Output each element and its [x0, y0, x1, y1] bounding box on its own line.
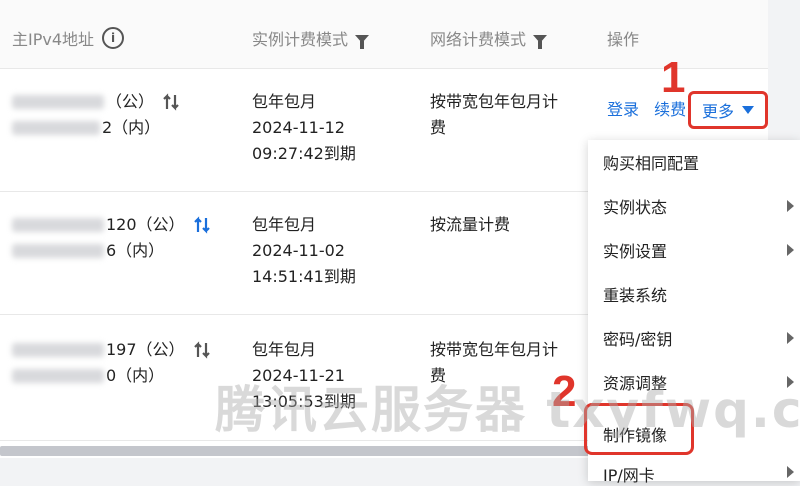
public-ip-suffix: （公） — [106, 92, 155, 111]
expiry-date: 2024-11-02 — [252, 241, 345, 260]
renew-link[interactable]: 续费 — [654, 100, 686, 119]
swap-ip-icon[interactable] — [193, 341, 211, 359]
table-header: 主IPv4地址 i 实例计费模式 网络计费模式 操作 — [0, 0, 768, 69]
instance-billing-header-label: 实例计费模式 — [252, 30, 349, 49]
chevron-right-icon — [787, 200, 794, 212]
menu-item-password-key[interactable]: 密码/密钥 — [588, 316, 800, 360]
filter-icon[interactable] — [355, 35, 370, 49]
instance-billing-cell: 包年包月 2024-11-02 14:51:41到期 — [252, 212, 356, 290]
network-billing-line: 按流量计费 — [430, 215, 511, 234]
ip-cell: 197（公） 0（内） — [12, 337, 211, 389]
menu-item-label: 重装系统 — [603, 286, 668, 305]
column-header-instance-billing[interactable]: 实例计费模式 — [252, 26, 370, 50]
private-ip-suffix: 0（内） — [106, 366, 165, 385]
login-link[interactable]: 登录 — [607, 100, 639, 119]
redacted-ip — [12, 244, 104, 258]
private-ip-suffix: 2（内） — [102, 118, 161, 137]
column-header-network-billing[interactable]: 网络计费模式 — [430, 26, 548, 50]
swap-ip-icon[interactable] — [193, 216, 211, 234]
watermark: 腾讯云服务器 txyfwq.com — [215, 381, 800, 439]
menu-item-instance-status[interactable]: 实例状态 — [588, 184, 800, 228]
ip-cell: （公） 2（内） — [12, 89, 180, 141]
private-ip-suffix: 6（内） — [106, 241, 165, 260]
caret-down-icon — [742, 106, 754, 114]
more-label: 更多 — [701, 102, 734, 121]
menu-item-label: 实例状态 — [603, 198, 668, 217]
expiry-date: 2024-11-12 — [252, 118, 345, 137]
annotation-step-1: 1 — [661, 53, 686, 102]
menu-item-reinstall-system[interactable]: 重装系统 — [588, 272, 800, 316]
ip-cell: 120（公） 6（内） — [12, 212, 211, 264]
actions-header-label: 操作 — [607, 30, 640, 49]
column-header-ip: 主IPv4地址 i — [12, 26, 125, 50]
network-billing-line: 按带宽包年包月计 — [430, 340, 559, 359]
network-billing-cell: 按带宽包年包月计 费 — [430, 89, 558, 141]
chevron-right-icon — [787, 466, 794, 478]
column-header-actions: 操作 — [607, 26, 639, 50]
menu-item-ip-nic[interactable]: IP/网卡 — [588, 456, 800, 485]
menu-item-instance-settings[interactable]: 实例设置 — [588, 228, 800, 272]
menu-item-label: IP/网卡 — [603, 466, 655, 485]
redacted-ip — [12, 121, 100, 135]
redacted-ip — [12, 95, 104, 109]
filter-icon[interactable] — [533, 35, 548, 49]
billing-mode: 包年包月 — [252, 92, 317, 111]
instance-billing-cell: 包年包月 2024-11-12 09:27:42到期 — [252, 89, 356, 167]
info-icon[interactable]: i — [102, 27, 125, 49]
redacted-ip — [12, 343, 104, 357]
expiry-time: 14:51:41到期 — [252, 267, 356, 286]
network-billing-header-label: 网络计费模式 — [430, 30, 527, 49]
public-ip-suffix: 120（公） — [106, 215, 185, 234]
network-billing-line: 按带宽包年包月计 — [430, 92, 559, 111]
redacted-ip — [12, 369, 104, 383]
redacted-ip — [12, 218, 104, 232]
menu-item-label: 购买相同配置 — [603, 154, 700, 173]
menu-item-label: 实例设置 — [603, 242, 668, 261]
chevron-right-icon — [787, 332, 794, 344]
horizontal-scrollbar[interactable] — [0, 446, 600, 456]
expiry-time: 09:27:42到期 — [252, 144, 356, 163]
public-ip-suffix: 197（公） — [106, 340, 185, 359]
menu-item-label: 密码/密钥 — [603, 330, 673, 349]
menu-item-buy-same-config[interactable]: 购买相同配置 — [588, 140, 800, 184]
chevron-right-icon — [787, 244, 794, 256]
more-actions-button[interactable]: 更多 — [688, 91, 768, 129]
billing-mode: 包年包月 — [252, 340, 317, 359]
billing-mode: 包年包月 — [252, 215, 317, 234]
ip-header-label: 主IPv4地址 — [12, 30, 95, 49]
network-billing-line: 费 — [430, 118, 447, 137]
network-billing-cell: 按流量计费 — [430, 212, 510, 238]
swap-ip-icon[interactable] — [162, 93, 180, 111]
